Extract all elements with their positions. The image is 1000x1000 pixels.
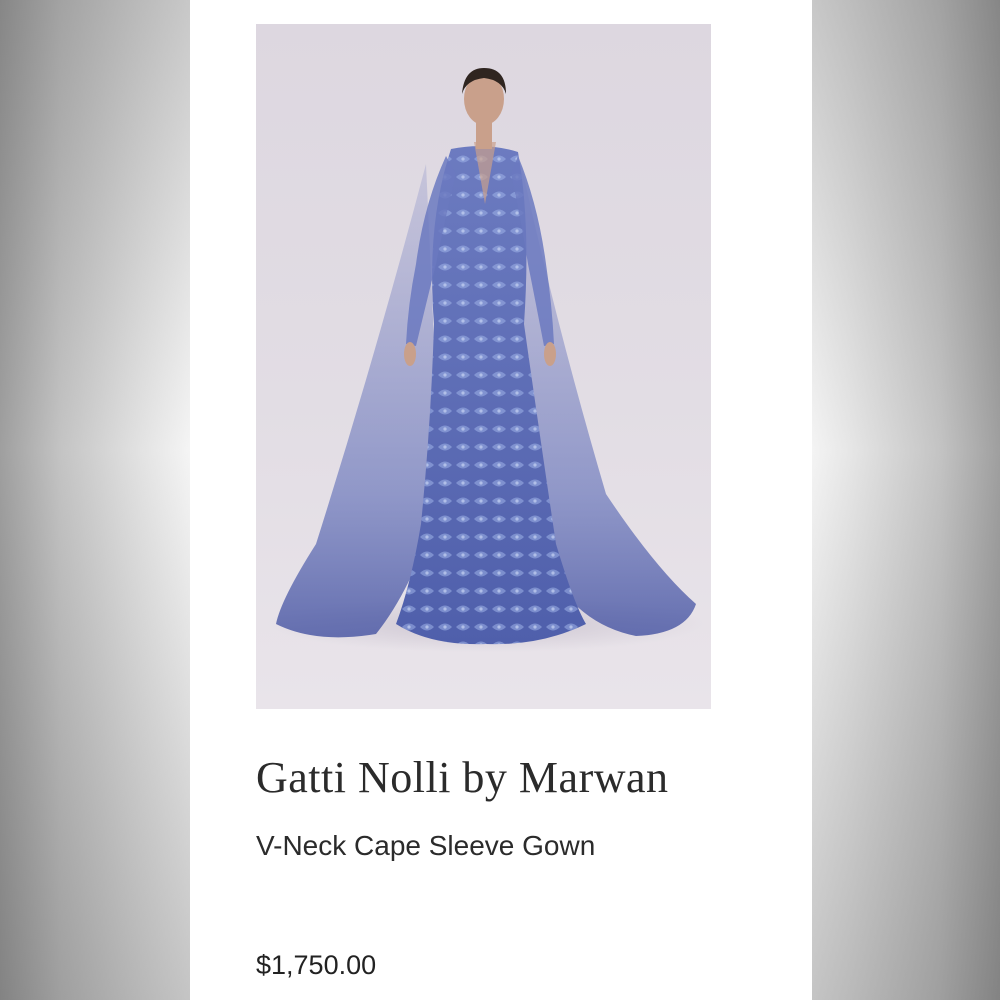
product-name: V-Neck Cape Sleeve Gown: [256, 830, 596, 861]
screenshot-frame: Gatti Nolli by Marwan V-Neck Cape Sleeve…: [0, 0, 1000, 1000]
product-image[interactable]: [256, 24, 711, 709]
blurred-background-right: [812, 0, 1000, 1000]
blurred-background-left: [0, 0, 190, 1000]
product-price: $1,750.00: [256, 950, 377, 980]
brand-title: Gatti Nolli by Marwan: [256, 753, 669, 802]
gown-photo-icon: [266, 68, 706, 652]
product-card[interactable]: Gatti Nolli by Marwan V-Neck Cape Sleeve…: [190, 0, 812, 1000]
